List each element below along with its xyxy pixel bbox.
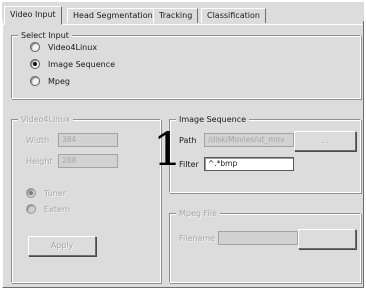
filename-browse-button[interactable]	[298, 229, 356, 249]
filter-field[interactable]: ^.*bmp	[204, 157, 294, 171]
callout-number: 1	[153, 122, 183, 176]
height-label: Height	[26, 157, 53, 166]
select-input-group: Select Input Video4Linux Image Sequence …	[11, 30, 361, 99]
path-field[interactable]: /disk/Movies/ut_mov	[204, 133, 294, 147]
mpeg-file-title: Mpeg File	[176, 208, 220, 219]
video-input-window: Video Input Head Segmentation Tracking C…	[2, 2, 364, 288]
radio-indicator	[30, 42, 40, 52]
radio-video4linux[interactable]: Video4Linux	[30, 42, 97, 52]
tab-video-input[interactable]: Video Input	[4, 6, 62, 25]
radio-indicator	[30, 59, 40, 69]
radio-indicator	[26, 188, 36, 198]
radio-indicator	[26, 204, 36, 214]
radio-indicator	[30, 76, 40, 86]
radio-tuner-label: Tuner	[44, 188, 67, 198]
radio-video4linux-label: Video4Linux	[48, 42, 98, 52]
radio-mpeg[interactable]: Mpeg	[30, 76, 70, 86]
radio-image-sequence-label: Image Sequence	[48, 59, 116, 69]
browse-button[interactable]: ...	[294, 131, 356, 151]
image-sequence-title: Image Sequence	[176, 114, 250, 125]
filename-field[interactable]	[218, 231, 298, 245]
radio-mpeg-label: Mpeg	[48, 76, 70, 86]
image-sequence-group: Image Sequence Path /disk/Movies/ut_mov …	[169, 114, 361, 193]
mpeg-file-group: Mpeg File Filename	[169, 208, 361, 283]
video-input-panel: Select Input Video4Linux Image Sequence …	[2, 21, 364, 288]
filename-label: Filename	[179, 234, 216, 243]
height-field[interactable]: 288	[58, 154, 118, 168]
select-input-title: Select Input	[18, 30, 72, 41]
radio-tuner[interactable]: Tuner	[26, 188, 66, 198]
width-label: Width	[26, 136, 50, 145]
apply-button[interactable]: Apply	[28, 236, 96, 256]
radio-extern-label: Extern	[44, 204, 71, 214]
video4linux-group: Video4Linux Width 384 Height 288 Tuner E…	[11, 114, 161, 283]
width-field[interactable]: 384	[58, 133, 118, 147]
video4linux-title: Video4Linux	[18, 114, 74, 125]
radio-extern[interactable]: Extern	[26, 204, 70, 214]
radio-image-sequence[interactable]: Image Sequence	[30, 59, 115, 69]
